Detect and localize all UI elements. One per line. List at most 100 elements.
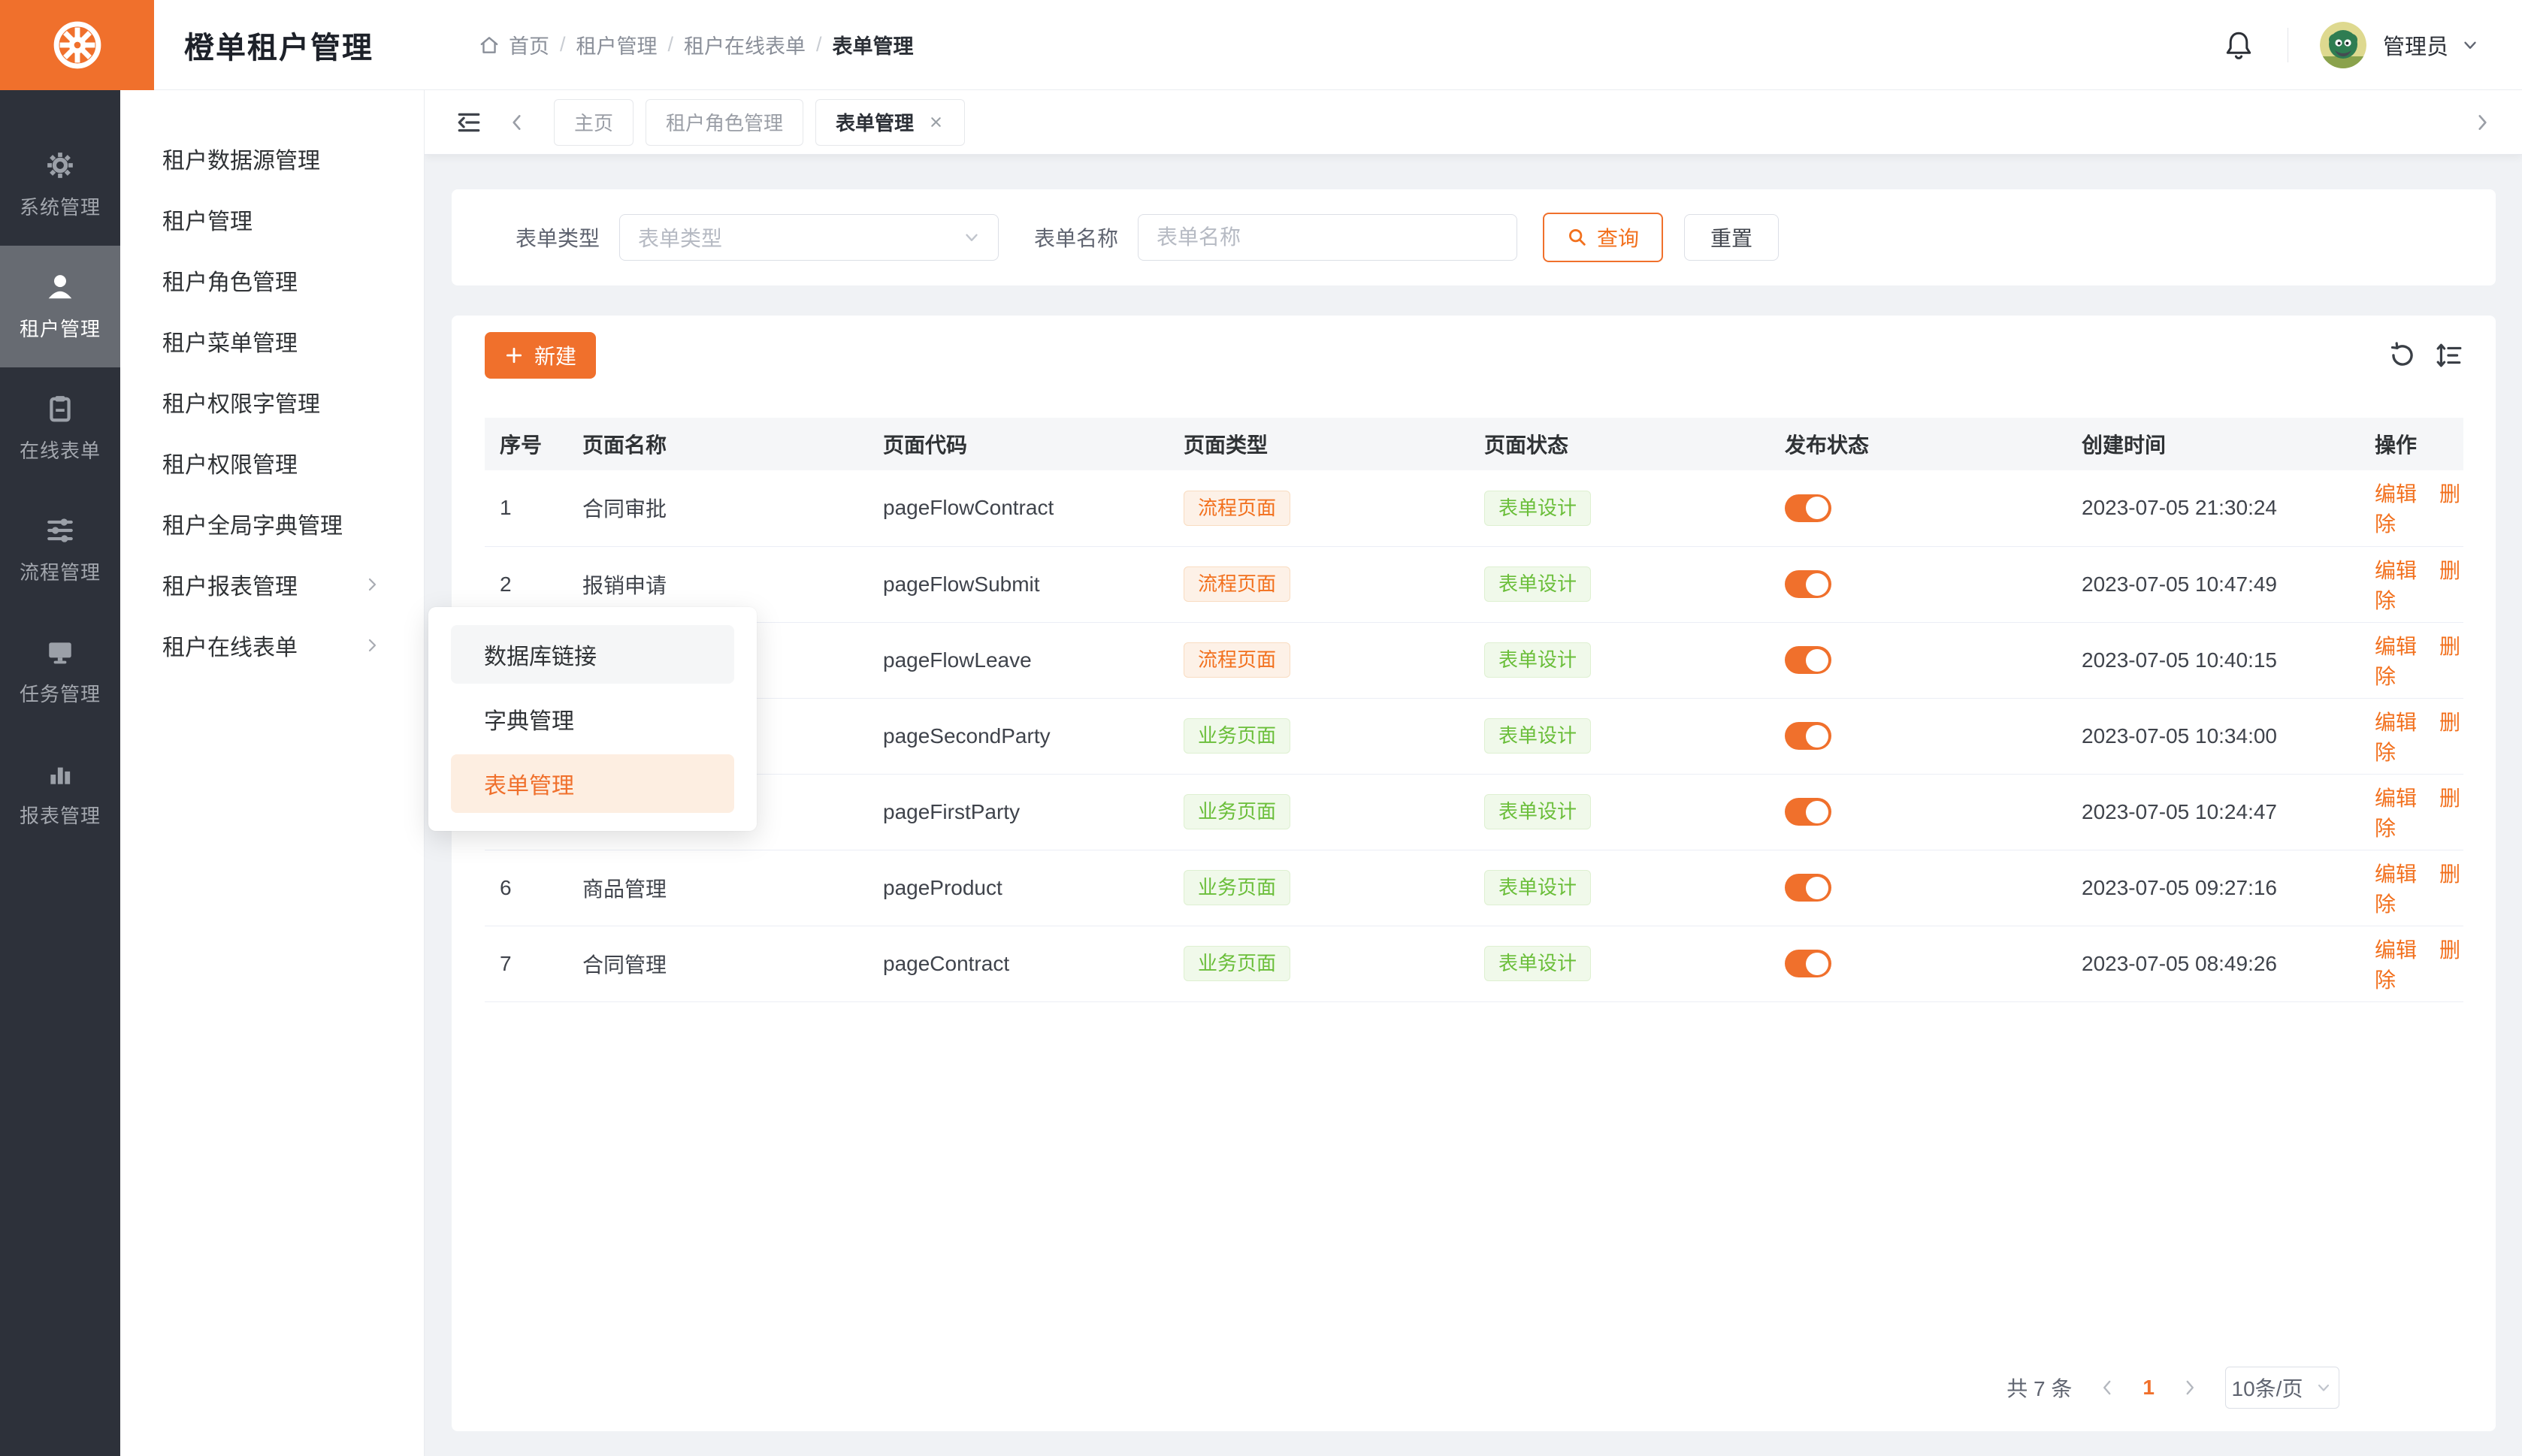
edit-link[interactable]: 编辑 (2375, 635, 2417, 658)
rail-item-flow[interactable]: 流程管理 (0, 489, 120, 611)
user-icon (45, 272, 75, 302)
tab-form-manage[interactable]: 表单管理 (815, 99, 965, 146)
sidebar-item-online-form[interactable]: 租户在线表单 (120, 615, 424, 675)
breadcrumb-home[interactable]: 首页 (509, 30, 549, 59)
tab-scroll-left-icon[interactable] (507, 113, 527, 132)
publish-toggle[interactable] (1785, 950, 1831, 977)
chevron-down-icon (962, 228, 981, 247)
breadcrumb-current: 表单管理 (833, 30, 914, 59)
app-header: 橙单租户管理 首页 / 租户管理 / 租户在线表单 / 表单管理 (0, 0, 2522, 90)
sidebar-item-menu[interactable]: 租户菜单管理 (120, 310, 424, 371)
edit-link[interactable]: 编辑 (2375, 559, 2417, 582)
tab-scroll-right-icon[interactable] (2472, 113, 2492, 132)
user-name[interactable]: 管理员 (2383, 29, 2448, 61)
page-type-tag: 流程页面 (1184, 642, 1290, 678)
edit-link[interactable]: 编辑 (2375, 787, 2417, 810)
form-name-input[interactable] (1138, 214, 1517, 261)
col-published: 发布状态 (1762, 418, 2059, 470)
page-status-tag: 表单设计 (1484, 870, 1591, 905)
clipboard-icon (45, 394, 75, 424)
sidebar-item-role[interactable]: 租户角色管理 (120, 249, 424, 310)
table-toolbar: 新建 (485, 332, 2463, 379)
prev-page-icon[interactable] (2097, 1378, 2117, 1397)
publish-toggle[interactable] (1785, 722, 1831, 750)
pagination: 共 7 条 1 10条/页 (2006, 1365, 2339, 1410)
page-status-tag: 表单设计 (1484, 718, 1591, 754)
page-number[interactable]: 1 (2142, 1376, 2155, 1400)
form-type-select[interactable]: 表单类型 (619, 214, 999, 261)
page-type-tag: 业务页面 (1184, 870, 1290, 905)
search-icon (1567, 227, 1588, 248)
chevron-down-icon[interactable] (2460, 35, 2480, 55)
col-name: 页面名称 (560, 418, 860, 470)
app-logo[interactable] (0, 0, 154, 90)
chevron-down-icon (2315, 1379, 2333, 1397)
avatar[interactable] (2320, 22, 2366, 68)
col-type: 页面类型 (1161, 418, 1462, 470)
sidebar-item-tenant[interactable]: 租户管理 (120, 189, 424, 249)
sidebar-item-datasource[interactable]: 租户数据源管理 (120, 128, 424, 189)
page-status-tag: 表单设计 (1484, 794, 1591, 829)
form-type-label: 表单类型 (516, 222, 600, 252)
bell-icon[interactable] (2223, 29, 2254, 61)
table-row: 7 合同管理 pageContract 业务页面 表单设计 2023-07-05… (485, 926, 2463, 1001)
rail-item-online-form[interactable]: 在线表单 (0, 367, 120, 489)
search-button[interactable]: 查询 (1543, 213, 1663, 262)
page-type-tag: 流程页面 (1184, 491, 1290, 526)
rail-item-report[interactable]: 报表管理 (0, 733, 120, 854)
reset-button[interactable]: 重置 (1684, 214, 1779, 261)
edit-link[interactable]: 编辑 (2375, 482, 2417, 506)
total-count: 共 7 条 (2006, 1373, 2072, 1403)
publish-toggle[interactable] (1785, 494, 1831, 522)
col-actions: 操作 (2352, 418, 2463, 470)
monitor-icon (45, 637, 75, 667)
table-row: 1 合同审批 pageFlowContract 流程页面 表单设计 2023-0… (485, 470, 2463, 546)
edit-link[interactable]: 编辑 (2375, 711, 2417, 734)
page-type-tag: 业务页面 (1184, 718, 1290, 754)
sidebar-item-permword[interactable]: 租户权限字管理 (120, 371, 424, 432)
col-seq: 序号 (485, 418, 560, 470)
col-status: 页面状态 (1462, 418, 1762, 470)
breadcrumb: 首页 / 租户管理 / 租户在线表单 / 表单管理 (479, 30, 924, 59)
tab-bar: 主页 租户角色管理 表单管理 (425, 90, 2522, 155)
home-icon (479, 35, 500, 56)
edit-link[interactable]: 编辑 (2375, 938, 2417, 962)
col-code: 页面代码 (860, 418, 1161, 470)
breadcrumb-online-form[interactable]: 租户在线表单 (684, 30, 806, 59)
table-row: 6 商品管理 pageProduct 业务页面 表单设计 2023-07-05 … (485, 850, 2463, 926)
tab-close-icon[interactable] (927, 113, 945, 131)
table-row: 2 报销申请 pageFlowSubmit 流程页面 表单设计 2023-07-… (485, 546, 2463, 622)
page-size-select[interactable]: 10条/页 (2225, 1367, 2339, 1409)
publish-toggle[interactable] (1785, 646, 1831, 674)
rail-item-tenant[interactable]: 租户管理 (0, 246, 120, 367)
online-form-submenu: 数据库链接 字典管理 表单管理 (428, 607, 757, 831)
submenu-item-form-manage[interactable]: 表单管理 (451, 754, 734, 813)
chevron-right-icon (364, 637, 380, 654)
collapse-menu-icon[interactable] (456, 110, 482, 135)
edit-link[interactable]: 编辑 (2375, 862, 2417, 886)
submenu-item-dict-manage[interactable]: 字典管理 (451, 690, 734, 748)
sidebar-item-perm[interactable]: 租户权限管理 (120, 432, 424, 493)
create-button[interactable]: 新建 (485, 332, 596, 379)
publish-toggle[interactable] (1785, 798, 1831, 826)
rail-item-task[interactable]: 任务管理 (0, 611, 120, 733)
breadcrumb-tenant[interactable]: 租户管理 (576, 30, 658, 59)
sidebar-item-report[interactable]: 租户报表管理 (120, 554, 424, 615)
next-page-icon[interactable] (2180, 1378, 2200, 1397)
publish-toggle[interactable] (1785, 874, 1831, 902)
page-title: 橙单租户管理 (184, 23, 373, 67)
sidebar-item-dict[interactable]: 租户全局字典管理 (120, 493, 424, 554)
module-rail: 系统管理 租户管理 在线表单 流程管理 (0, 90, 120, 1456)
header-right: 管理员 (2223, 22, 2522, 68)
bar-chart-icon (45, 759, 75, 789)
submenu-item-database-link[interactable]: 数据库链接 (451, 625, 734, 684)
refresh-icon[interactable] (2389, 342, 2416, 369)
filter-bar: 表单类型 表单类型 表单名称 查询 重置 (452, 189, 2496, 285)
column-sort-icon[interactable] (2436, 342, 2463, 369)
tab-tenant-role[interactable]: 租户角色管理 (646, 99, 803, 146)
sliders-icon (45, 515, 75, 545)
tab-home[interactable]: 主页 (554, 99, 634, 146)
publish-toggle[interactable] (1785, 570, 1831, 598)
page-type-tag: 业务页面 (1184, 946, 1290, 981)
rail-item-system[interactable]: 系统管理 (0, 124, 120, 246)
